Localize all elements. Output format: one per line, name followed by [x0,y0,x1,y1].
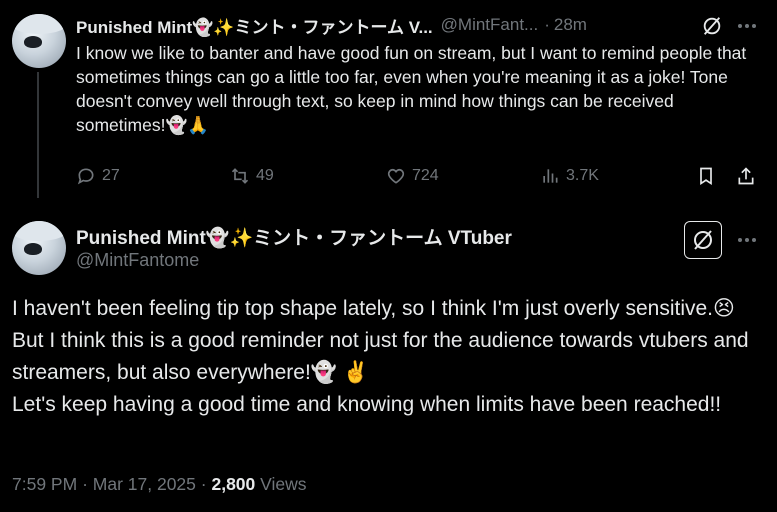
tweet2-meta: 7:59 PM · Mar 17, 2025 · 2,800 Views [12,474,307,495]
share-icon [738,167,754,185]
tweet1-header: Punished Mint👻✨ミント・ファントーム V... @MintFant… [76,13,587,38]
separator-dot: · [544,15,550,34]
repost-count: 49 [256,167,274,184]
grok-icon[interactable] [700,14,724,38]
avatar-tweet2[interactable] [12,221,66,275]
grok-icon [694,230,712,250]
meta-dot: · [82,474,88,494]
author-handle[interactable]: @MintFantome [76,250,199,271]
avatar-tweet1[interactable] [12,14,66,68]
like-icon [387,168,405,184]
repost-icon [231,168,249,184]
grok-button[interactable] [684,221,722,259]
meta-dot: · [200,474,207,494]
views-button[interactable]: 3.7K [540,166,599,186]
timestamp[interactable]: 28m [554,15,587,35]
more-icon[interactable] [736,14,758,38]
reply-icon [77,168,94,185]
bookmark-button[interactable] [696,166,716,186]
tweet2-paragraph-2: Let's keep having a good time and knowin… [12,393,722,416]
reply-button[interactable]: 27 [76,166,120,186]
author-handle[interactable]: @MintFant... [441,15,539,35]
bookmark-icon [700,167,712,186]
reply-count: 27 [102,167,120,184]
post-time[interactable]: 7:59 PM [12,474,77,494]
views-icon [543,169,558,183]
tweet2-text: I haven't been feeling tip top shape lat… [12,293,762,421]
more-icon[interactable] [736,228,758,252]
share-button[interactable] [736,166,756,186]
post-date[interactable]: Mar 17, 2025 [93,474,196,494]
thread-line [37,72,39,198]
tweet1-text: I know we like to banter and have good f… [76,43,747,135]
tweet1-actions: 27 49 724 3.7K [76,166,766,188]
like-button[interactable]: 724 [386,166,439,186]
author-name[interactable]: Punished Mint👻✨ミント・ファントーム VTuber [76,223,512,250]
author-name[interactable]: Punished Mint👻✨ミント・ファントーム V... [76,13,433,38]
view-count: 2,800 [211,474,256,494]
tweet2-paragraph-1: I haven't been feeling tip top shape lat… [12,297,749,384]
views-count: 3.7K [566,167,599,184]
repost-button[interactable]: 49 [230,166,274,186]
views-label: Views [260,474,307,494]
like-count: 724 [412,167,439,184]
